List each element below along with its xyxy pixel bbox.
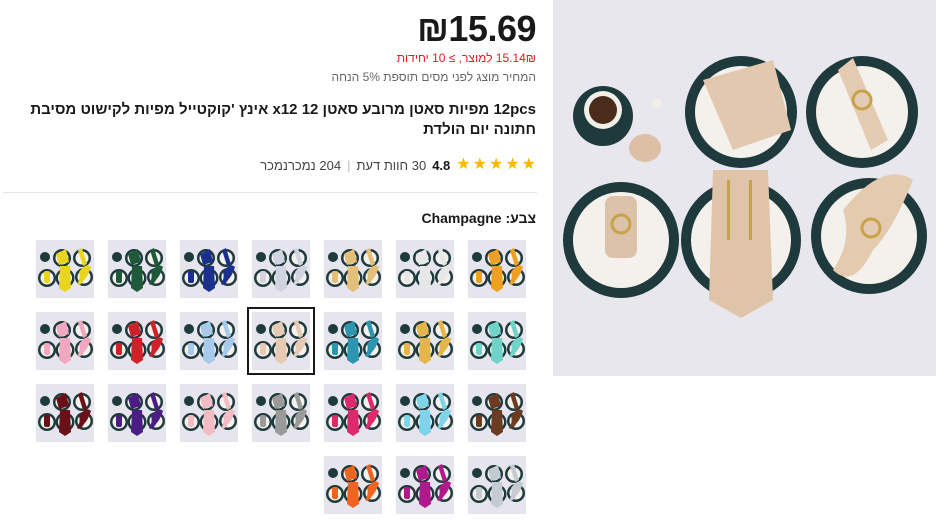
color-swatch[interactable] — [396, 312, 454, 370]
swatch-preview — [396, 384, 454, 442]
color-swatch[interactable] — [468, 456, 526, 514]
swatch-preview — [324, 456, 382, 514]
bulk-price: 15.14₪ למוצר, ≥ 10 יחידות — [396, 51, 536, 65]
selected-color-name: Champagne — [421, 210, 502, 226]
color-label-text: צבע: — [505, 210, 536, 226]
swatch-preview — [108, 312, 166, 370]
swatch-preview — [324, 312, 382, 370]
divider — [3, 192, 537, 193]
color-swatch[interactable] — [180, 384, 238, 442]
swatch-preview — [324, 384, 382, 442]
color-swatch[interactable] — [324, 384, 382, 442]
color-swatch[interactable] — [324, 312, 382, 370]
swatch-preview — [468, 384, 526, 442]
color-swatch[interactable] — [36, 384, 94, 442]
star-icon: ★ — [488, 156, 504, 173]
rating-row: ★ ★ ★ ★ ★ 4.8 30 חוות דעת | 204 נמכרנמכר — [260, 156, 536, 174]
swatch-preview — [324, 240, 382, 298]
product-photo-illustration — [553, 0, 936, 376]
swatch-preview — [180, 384, 238, 442]
swatch-preview — [468, 240, 526, 298]
swatch-preview — [468, 456, 526, 514]
divider-dot: | — [347, 157, 351, 173]
color-swatch[interactable] — [180, 312, 238, 370]
product-image[interactable] — [553, 0, 936, 376]
swatch-preview — [108, 384, 166, 442]
color-swatch[interactable] — [108, 240, 166, 298]
color-swatch[interactable] — [247, 307, 315, 375]
rating-stars: ★ ★ ★ ★ ★ — [456, 157, 536, 173]
color-swatch[interactable] — [396, 384, 454, 442]
color-label: צבע: Champagne — [421, 210, 536, 226]
rating-score: 4.8 — [432, 157, 451, 173]
reviews-link[interactable]: 30 חוות דעת — [356, 158, 426, 173]
sold-count: 204 נמכרנמכר — [260, 157, 342, 173]
color-swatch[interactable] — [468, 312, 526, 370]
swatch-preview — [396, 312, 454, 370]
color-swatch[interactable] — [468, 240, 526, 298]
swatch-preview — [180, 240, 238, 298]
swatch-preview — [36, 312, 94, 370]
star-icon: ★ — [521, 156, 536, 173]
color-swatch[interactable] — [252, 384, 310, 442]
swatch-preview — [252, 240, 310, 298]
star-icon: ★ — [505, 156, 520, 173]
star-icon: ★ — [456, 156, 471, 173]
color-swatch[interactable] — [36, 240, 94, 298]
swatch-preview — [252, 384, 310, 442]
swatch-preview — [396, 240, 454, 298]
color-swatch[interactable] — [396, 456, 454, 514]
swatch-preview — [180, 312, 238, 370]
price: ₪15.69 — [417, 8, 536, 49]
color-swatch[interactable] — [252, 240, 310, 298]
swatch-preview — [396, 456, 454, 514]
swatch-preview — [468, 312, 526, 370]
tax-note: המחיר מוצג לפני מסים תוספת 5% הנחה — [331, 70, 536, 84]
color-swatch[interactable] — [108, 312, 166, 370]
star-icon: ★ — [472, 156, 487, 173]
swatch-preview — [108, 240, 166, 298]
color-swatch[interactable] — [396, 240, 454, 298]
swatch-preview — [252, 312, 310, 370]
color-swatch[interactable] — [108, 384, 166, 442]
swatch-preview — [36, 240, 94, 298]
color-swatch[interactable] — [180, 240, 238, 298]
color-swatch[interactable] — [324, 456, 382, 514]
product-title: 12pcs מפיות סאטן מרובע סאטן 12 x12 אינץ … — [30, 101, 536, 138]
swatch-preview — [36, 384, 94, 442]
color-swatch[interactable] — [36, 312, 94, 370]
color-swatch[interactable] — [468, 384, 526, 442]
color-swatch[interactable] — [324, 240, 382, 298]
